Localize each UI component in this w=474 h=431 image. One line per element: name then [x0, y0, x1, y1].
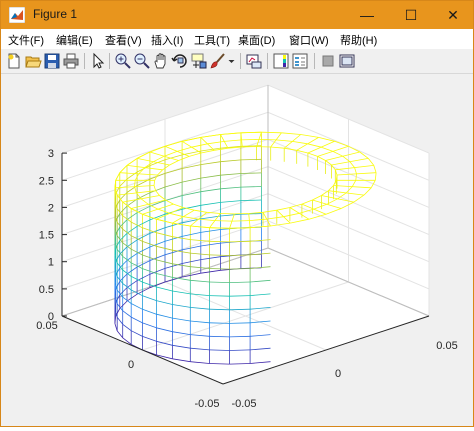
close-icon: ✕	[447, 7, 459, 24]
minimize-button[interactable]: —	[345, 1, 389, 29]
figure-canvas[interactable]: 00.511.522.530.050-0.05-0.0500.05	[1, 74, 473, 426]
menu-bar: 文件(F) 编辑(E) 查看(V) 插入(I) 工具(T) 桌面(D) 窗口(W…	[1, 29, 473, 49]
title-bar[interactable]: Figure 1 — ☐ ✕	[1, 1, 473, 29]
brush-icon[interactable]	[209, 52, 227, 70]
z-tick-label: 3	[48, 148, 54, 160]
z-tick-label: 2	[48, 202, 54, 214]
figure-window: Figure 1 — ☐ ✕ 文件(F) 编辑(E) 查看(V) 插入(I) 工…	[0, 0, 474, 427]
rotate-3d-icon[interactable]	[171, 52, 189, 70]
menu-help[interactable]: 帮助(H)	[340, 32, 377, 48]
window-title: Figure 1	[33, 7, 77, 21]
toolbar-separator	[84, 53, 85, 69]
x-tick-label: 0.05	[36, 320, 57, 332]
close-button[interactable]: ✕	[431, 1, 474, 29]
z-tick-label: 1	[48, 257, 54, 269]
link-plot-icon[interactable]	[245, 52, 263, 70]
edit-plot-arrow-icon[interactable]	[89, 52, 107, 70]
mesh-line	[242, 139, 259, 140]
toolbar-separator	[267, 53, 268, 69]
pan-hand-icon[interactable]	[152, 52, 170, 70]
menu-view[interactable]: 查看(V)	[105, 32, 142, 48]
matlab-logo-icon	[9, 7, 25, 23]
print-icon[interactable]	[62, 52, 80, 70]
z-tick-label: 1.5	[39, 230, 54, 242]
insert-colorbar-icon[interactable]	[272, 52, 290, 70]
new-figure-icon[interactable]	[5, 52, 23, 70]
minimize-icon: —	[360, 7, 374, 23]
mesh-line	[232, 221, 249, 222]
axes-3d[interactable]: 00.511.522.530.050-0.05-0.0500.05	[1, 74, 473, 426]
chevron-down-icon[interactable]	[227, 52, 236, 70]
menu-desktop[interactable]: 桌面(D)	[238, 32, 275, 48]
menu-file[interactable]: 文件(F)	[8, 32, 44, 48]
x-tick-label: 0	[128, 359, 134, 371]
zoom-out-icon[interactable]	[133, 52, 151, 70]
zoom-in-icon[interactable]	[114, 52, 132, 70]
z-tick-label: 2.5	[39, 175, 54, 187]
toolbar-separator	[109, 53, 110, 69]
x-tick-label: -0.05	[194, 398, 219, 410]
maximize-icon: ☐	[405, 7, 418, 24]
menu-edit[interactable]: 编辑(E)	[56, 32, 93, 48]
maximize-button[interactable]: ☐	[389, 1, 433, 29]
menu-insert[interactable]: 插入(I)	[151, 32, 183, 48]
open-file-icon[interactable]	[24, 52, 42, 70]
hide-plot-tools-icon[interactable]	[319, 52, 337, 70]
toolbar-separator	[240, 53, 241, 69]
insert-legend-icon[interactable]	[291, 52, 309, 70]
data-cursor-icon[interactable]	[190, 52, 208, 70]
mesh-line	[259, 139, 276, 140]
toolbar-separator	[314, 53, 315, 69]
y-tick-label: -0.05	[231, 398, 256, 410]
z-tick-label: 0.5	[39, 284, 54, 296]
save-icon[interactable]	[43, 52, 61, 70]
y-tick-label: 0	[335, 368, 341, 380]
figure-toolbar	[1, 49, 473, 74]
menu-tools[interactable]: 工具(T)	[194, 32, 230, 48]
y-tick-label: 0.05	[436, 340, 457, 352]
mesh-line	[215, 221, 232, 222]
menu-window[interactable]: 窗口(W)	[289, 32, 329, 48]
show-plot-tools-icon[interactable]	[338, 52, 356, 70]
